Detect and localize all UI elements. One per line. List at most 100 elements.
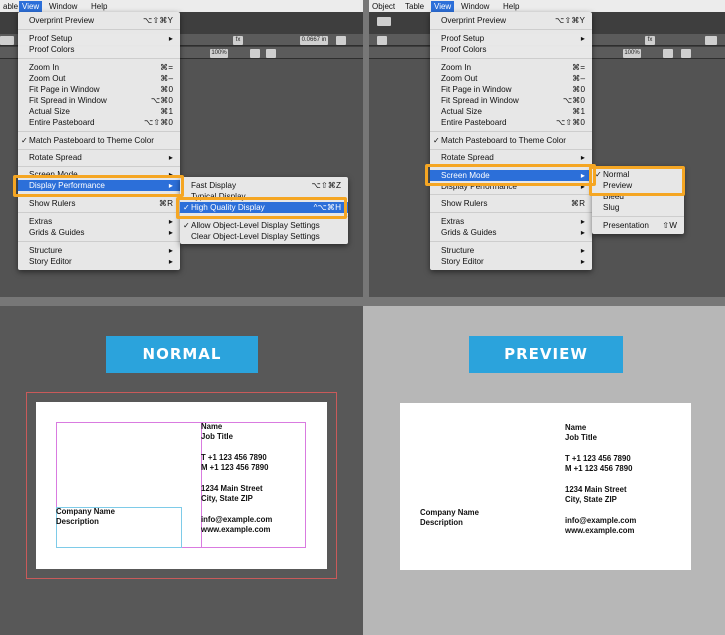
- fx-icon[interactable]: fx: [645, 35, 655, 45]
- card-description: Description: [420, 518, 463, 527]
- menu-entire-pasteboard[interactable]: Entire Pasteboard ⌥⇧⌘0: [430, 117, 592, 128]
- menu-actual-size[interactable]: Actual Size ⌘1: [18, 106, 180, 117]
- menu-extras[interactable]: Extras ▸: [18, 216, 180, 227]
- menu-structure[interactable]: Structure ▸: [430, 245, 592, 256]
- menu-overprint-preview[interactable]: Overprint Preview ⌥⇧⌘Y: [18, 15, 180, 26]
- align-icon[interactable]: [705, 35, 717, 45]
- menu-extras[interactable]: Extras ▸: [430, 216, 592, 227]
- menu-separator: [18, 149, 180, 150]
- menu-overprint-preview[interactable]: Overprint Preview ⌥⇧⌘Y: [430, 15, 592, 26]
- card-address1: 1234 Main Street: [201, 484, 263, 493]
- menu-story-editor[interactable]: Story Editor ▸: [18, 256, 180, 267]
- menu-entire-pasteboard[interactable]: Entire Pasteboard ⌥⇧⌘0: [18, 117, 180, 128]
- menubar-table[interactable]: able: [0, 1, 21, 12]
- menu-separator: [430, 131, 592, 132]
- inset-value-field[interactable]: 0.0667 in: [300, 35, 328, 45]
- frame-icon[interactable]: [663, 48, 673, 58]
- menu-fit-spread[interactable]: Fit Spread in Window ⌥⌘0: [18, 95, 180, 106]
- menubar-view[interactable]: View: [19, 1, 43, 12]
- checkmark-icon: ✓: [183, 221, 190, 230]
- submenu-allow-object-level[interactable]: ✓ Allow Object-Level Display Settings: [180, 220, 348, 231]
- frame-icon[interactable]: [250, 48, 260, 58]
- menu-fit-page[interactable]: Fit Page in Window ⌘0: [18, 84, 180, 95]
- menu-separator: [18, 58, 180, 59]
- menu-proof-colors[interactable]: Proof Colors: [18, 44, 180, 55]
- card-web: www.example.com: [565, 526, 635, 535]
- menu-separator: [430, 241, 592, 242]
- menubar-help[interactable]: Help: [88, 1, 110, 12]
- wrap-icon[interactable]: [681, 48, 691, 58]
- menu-separator: [430, 29, 592, 30]
- menu-show-rulers[interactable]: Show Rulers ⌘R: [430, 198, 592, 209]
- card-email: info@example.com: [201, 515, 273, 524]
- card-description: Description: [56, 517, 99, 526]
- menu-rotate-spread[interactable]: Rotate Spread ▸: [430, 152, 592, 163]
- submenu-clear-object-level[interactable]: Clear Object-Level Display Settings: [180, 231, 348, 242]
- menu-separator: [430, 194, 592, 195]
- menu-grids-guides[interactable]: Grids & Guides ▸: [430, 227, 592, 238]
- menu-zoom-out[interactable]: Zoom Out ⌘–: [18, 73, 180, 84]
- menu-zoom-in[interactable]: Zoom In ⌘=: [430, 62, 592, 73]
- menubar-object[interactable]: Object: [369, 1, 398, 12]
- menu-story-editor[interactable]: Story Editor ▸: [430, 256, 592, 267]
- menu-proof-setup[interactable]: Proof Setup ▸: [430, 33, 592, 44]
- card-job-title: Job Title: [565, 433, 597, 442]
- menubar-view[interactable]: View: [431, 1, 455, 12]
- menu-zoom-in[interactable]: Zoom In ⌘=: [18, 62, 180, 73]
- menu-match-pasteboard[interactable]: ✓ Match Pasteboard to Theme Color: [430, 135, 592, 146]
- submenu-fast-display[interactable]: Fast Display ⌥⇧⌘Z: [180, 180, 348, 191]
- card-email: info@example.com: [565, 516, 637, 525]
- stroke-field[interactable]: [0, 35, 14, 45]
- highlight-normal-preview: [589, 166, 685, 196]
- card-normal: Name Job Title T +1 123 456 7890 M +1 12…: [36, 402, 327, 569]
- link-icon[interactable]: [377, 35, 387, 45]
- card-address2: City, State ZIP: [201, 494, 253, 503]
- menu-show-rulers[interactable]: Show Rulers ⌘R: [18, 198, 180, 209]
- card-phone-t: T +1 123 456 7890: [565, 454, 631, 463]
- card-web: www.example.com: [201, 525, 271, 534]
- menu-grids-guides[interactable]: Grids & Guides ▸: [18, 227, 180, 238]
- fx-icon[interactable]: fx: [233, 35, 243, 45]
- submenu-presentation[interactable]: Presentation ⇧W: [592, 220, 684, 231]
- zoom-field[interactable]: 100%: [210, 48, 228, 58]
- card-phone-m: M +1 123 456 7890: [201, 463, 269, 472]
- card-phone-m: M +1 123 456 7890: [565, 464, 633, 473]
- menu-fit-page[interactable]: Fit Page in Window ⌘0: [430, 84, 592, 95]
- menu-separator: [430, 149, 592, 150]
- menu-separator: [18, 29, 180, 30]
- menu-structure[interactable]: Structure ▸: [18, 245, 180, 256]
- highlight-screen-mode: [425, 164, 596, 186]
- preview-panel: PREVIEW Name Job Title T +1 123 456 7890…: [363, 306, 725, 635]
- layout-icon[interactable]: [377, 17, 391, 26]
- right-view-menu: Overprint Preview ⌥⇧⌘Y Proof Setup ▸ Proof…: [430, 12, 592, 270]
- highlight-high-quality-display: [176, 197, 347, 219]
- menu-match-pasteboard[interactable]: ✓ Match Pasteboard to Theme Color: [18, 135, 180, 146]
- right-screenshot: Object Table View Window Help fx 100% Ov…: [369, 0, 725, 297]
- checkmark-icon: ✓: [433, 136, 440, 145]
- menubar-table[interactable]: Table: [402, 1, 427, 12]
- menu-proof-setup[interactable]: Proof Setup ▸: [18, 33, 180, 44]
- wrap-icon[interactable]: [266, 48, 276, 58]
- right-menubar: Object Table View Window Help: [369, 0, 725, 12]
- menu-separator: [430, 58, 592, 59]
- menu-proof-colors[interactable]: Proof Colors: [430, 44, 592, 55]
- card-job-title: Job Title: [201, 432, 233, 441]
- zoom-field[interactable]: 100%: [623, 48, 641, 58]
- menubar-window[interactable]: Window: [46, 1, 80, 12]
- card-phone-t: T +1 123 456 7890: [201, 453, 267, 462]
- card-company: Company Name: [420, 508, 479, 517]
- menubar-help[interactable]: Help: [500, 1, 522, 12]
- submenu-slug[interactable]: Slug: [592, 202, 684, 213]
- menubar-window[interactable]: Window: [458, 1, 492, 12]
- menu-rotate-spread[interactable]: Rotate Spread ▸: [18, 152, 180, 163]
- align-icon[interactable]: [336, 35, 346, 45]
- normal-label: NORMAL: [106, 336, 258, 373]
- card-company: Company Name: [56, 507, 115, 516]
- normal-panel: NORMAL Name Job Title T +1 123 456 7890 …: [0, 306, 363, 635]
- menu-zoom-out[interactable]: Zoom Out ⌘–: [430, 73, 592, 84]
- menu-separator: [18, 212, 180, 213]
- menu-separator: [592, 216, 684, 217]
- preview-label: PREVIEW: [469, 336, 623, 373]
- menu-actual-size[interactable]: Actual Size ⌘1: [430, 106, 592, 117]
- menu-fit-spread[interactable]: Fit Spread in Window ⌥⌘0: [430, 95, 592, 106]
